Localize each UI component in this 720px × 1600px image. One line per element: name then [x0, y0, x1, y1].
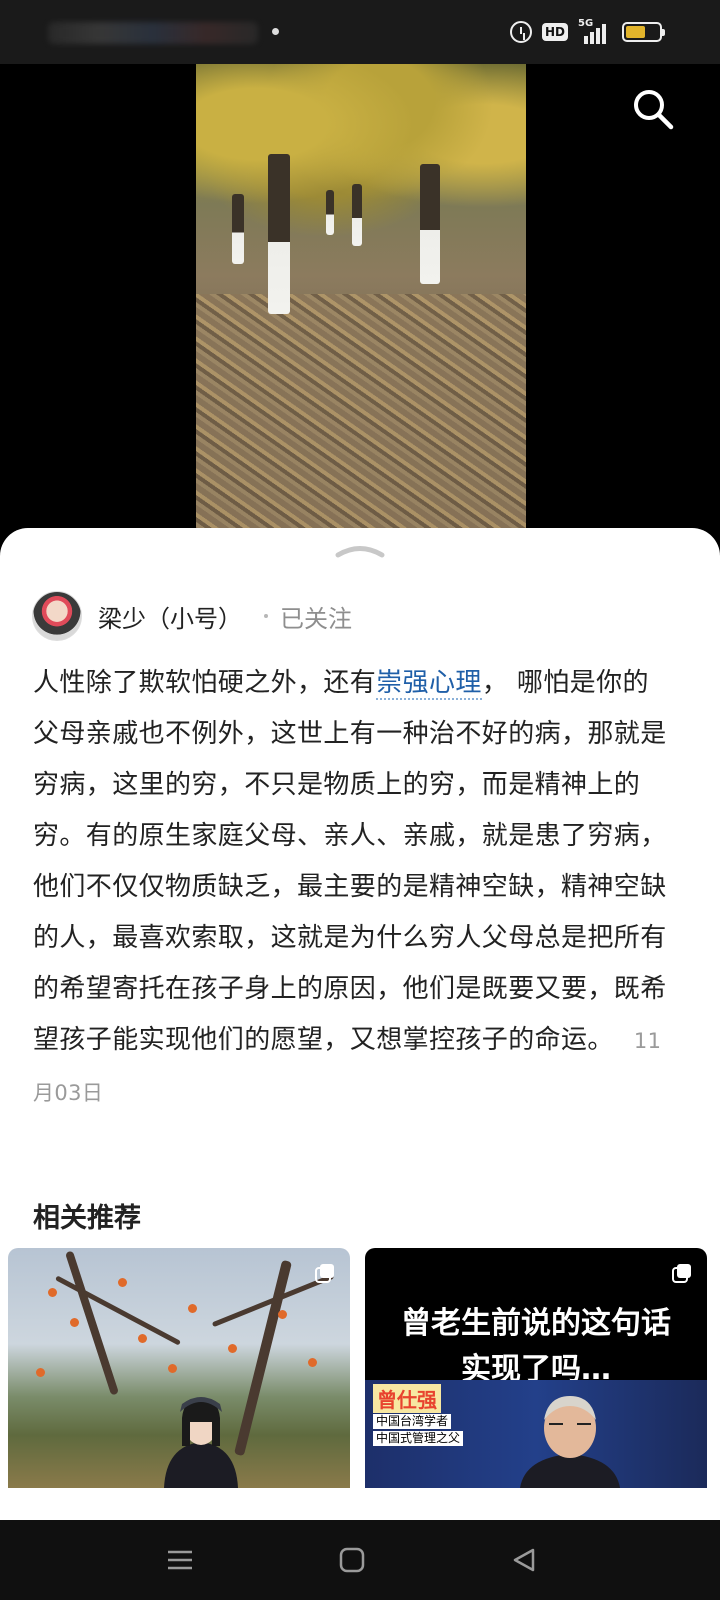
status-dot	[272, 28, 279, 35]
related-card-video[interactable]: 曾老生前说的这句话 实现了吗… 曾仕强 中国台湾学者 中国式管理之父	[365, 1248, 707, 1488]
multi-image-icon	[672, 1264, 691, 1283]
status-icons: HD 5G	[509, 18, 665, 46]
expand-handle-icon[interactable]	[334, 540, 386, 560]
system-nav-bar	[0, 1520, 720, 1600]
video-tree-trunk	[420, 164, 440, 284]
search-icon[interactable]	[630, 86, 676, 132]
video-frame[interactable]	[196, 64, 526, 534]
card-headline-line1: 曾老生前说的这句话	[401, 1306, 671, 1341]
related-section-title: 相关推荐	[33, 1203, 141, 1234]
back-icon[interactable]	[508, 1544, 540, 1576]
hd-icon: HD	[541, 23, 568, 41]
status-notifications-blurred	[48, 22, 258, 44]
author-name[interactable]: 梁少（小号）	[98, 599, 242, 634]
video-tree-trunk	[352, 184, 362, 246]
person-photo	[164, 1397, 238, 1488]
post-text-start: 人性除了欺软怕硬之外，还有	[33, 668, 377, 698]
video-tree-trunk	[232, 194, 244, 264]
post-text-rest: ， 哪怕是你的父母亲戚也不例外，这世上有一种治不好的病，那就是穷病，这里的穷，不…	[33, 668, 667, 1055]
avatar[interactable]	[32, 591, 82, 641]
video-tree-trunk	[326, 190, 334, 235]
separator-dot	[264, 614, 268, 618]
video-player[interactable]	[0, 64, 720, 544]
author-row: 梁少（小号） 已关注	[32, 590, 352, 642]
menu-icon[interactable]	[164, 1544, 196, 1576]
person-photo	[520, 1396, 620, 1488]
keyword-link[interactable]: 崇强心理	[376, 668, 482, 700]
post-detail-sheet: 梁少（小号） 已关注 人性除了欺软怕硬之外，还有崇强心理， 哪怕是你的父母亲戚也…	[0, 528, 720, 1520]
multi-image-icon	[315, 1264, 334, 1283]
alarm-icon	[509, 21, 532, 43]
video-leaf-ground	[196, 294, 526, 534]
related-card-persimmon[interactable]	[8, 1248, 350, 1488]
card-name-tag: 曾仕强	[373, 1384, 441, 1413]
post-body: 人性除了欺软怕硬之外，还有崇强心理， 哪怕是你的父母亲戚也不例外，这世上有一种治…	[33, 658, 673, 1119]
card-subtitle-2: 中国式管理之父	[373, 1431, 464, 1446]
video-tree-trunk	[268, 154, 290, 314]
home-icon[interactable]	[336, 1544, 368, 1576]
status-bar: HD 5G	[0, 0, 720, 64]
battery-level	[626, 26, 645, 38]
battery-icon	[622, 22, 665, 42]
signal-icon: 5G	[578, 18, 612, 44]
card-subtitle-1: 中国台湾学者	[373, 1414, 452, 1429]
follow-status-button[interactable]: 已关注	[280, 599, 352, 634]
